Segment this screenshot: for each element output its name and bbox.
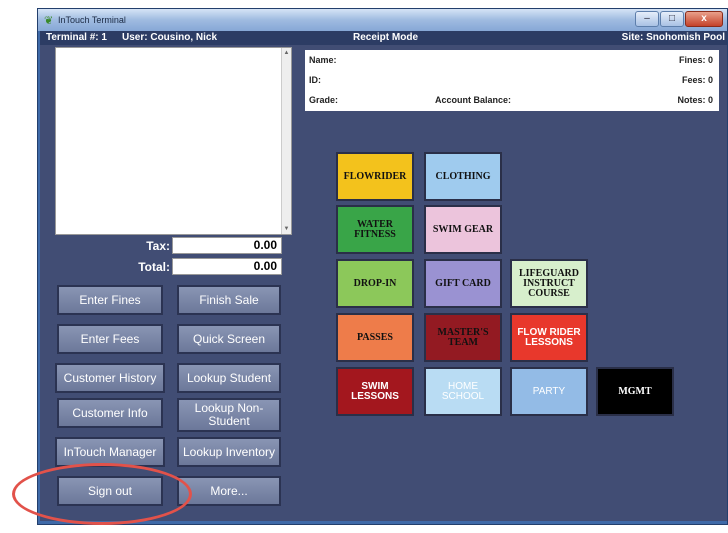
customer-panel: Name: ID: Grade: Account Balance: Fines:…: [305, 50, 719, 111]
customer-info-button[interactable]: Customer Info: [57, 398, 163, 428]
category-mgmt[interactable]: MGMT: [596, 367, 674, 416]
notes-count: Notes: 0: [677, 95, 713, 105]
lookup-student-button[interactable]: Lookup Student: [177, 363, 281, 393]
category-gift-card[interactable]: GIFT CARD: [424, 259, 502, 308]
category-masters-team[interactable]: MASTER'S TEAM: [424, 313, 502, 362]
tax-label: Tax:: [146, 239, 170, 253]
more-button[interactable]: More...: [177, 476, 281, 506]
category-clothing[interactable]: CLOTHING: [424, 152, 502, 201]
fines-count: Fines: 0: [678, 55, 713, 65]
fees-count: Fees: 0: [681, 75, 713, 85]
minimize-button[interactable]: –: [635, 11, 659, 27]
receipt-list[interactable]: ▲ ▼: [55, 47, 292, 235]
finish-sale-button[interactable]: Finish Sale: [177, 285, 281, 315]
name-label: Name:: [309, 55, 337, 65]
customer-history-button[interactable]: Customer History: [55, 363, 165, 393]
account-balance-label: Account Balance:: [435, 95, 512, 105]
scroll-up-icon[interactable]: ▲: [282, 50, 291, 56]
grade-label: Grade:: [309, 95, 339, 105]
current-user: User: Cousino, Nick: [122, 32, 218, 43]
maximize-button[interactable]: □: [660, 11, 684, 27]
mode-label: Receipt Mode: [353, 32, 419, 43]
category-home-school[interactable]: HOME SCHOOL: [424, 367, 502, 416]
total-value: 0.00: [172, 258, 282, 275]
close-button[interactable]: x: [685, 11, 723, 27]
title-bar: ❦ InTouch Terminal – □ x: [38, 9, 727, 31]
category-drop-in[interactable]: DROP-IN: [336, 259, 414, 308]
lookup-inventory-button[interactable]: Lookup Inventory: [177, 437, 281, 467]
category-flow-rider-lessons[interactable]: FLOW RIDER LESSONS: [510, 313, 588, 362]
window-title: InTouch Terminal: [58, 15, 126, 25]
category-flowrider[interactable]: FLOWRIDER: [336, 152, 414, 201]
category-party[interactable]: PARTY: [510, 367, 588, 416]
category-passes[interactable]: PASSES: [336, 313, 414, 362]
category-lifeguard-course[interactable]: LIFEGUARD INSTRUCT COURSE: [510, 259, 588, 308]
lookup-non-student-button[interactable]: Lookup Non-Student: [177, 398, 281, 432]
window-controls: – □ x: [635, 11, 723, 27]
quick-screen-button[interactable]: Quick Screen: [177, 324, 281, 354]
leaf-icon: ❦: [44, 15, 54, 27]
terminal-number: Terminal #: 1: [46, 32, 107, 43]
receipt-scrollbar[interactable]: ▲ ▼: [281, 48, 291, 234]
total-label: Total:: [138, 260, 170, 274]
info-bar: Terminal #: 1 User: Cousino, Nick Receip…: [40, 31, 727, 45]
category-swim-gear[interactable]: SWIM GEAR: [424, 205, 502, 254]
highlight-ring: [12, 463, 192, 525]
category-water-fitness[interactable]: WATER FITNESS: [336, 205, 414, 254]
scroll-down-icon[interactable]: ▼: [282, 226, 291, 232]
enter-fees-button[interactable]: Enter Fees: [57, 324, 163, 354]
enter-fines-button[interactable]: Enter Fines: [57, 285, 163, 315]
site-label: Site: Snohomish Pool: [621, 32, 725, 43]
id-label: ID:: [309, 75, 321, 85]
category-swim-lessons[interactable]: SWIM LESSONS: [336, 367, 414, 416]
tax-value: 0.00: [172, 237, 282, 254]
